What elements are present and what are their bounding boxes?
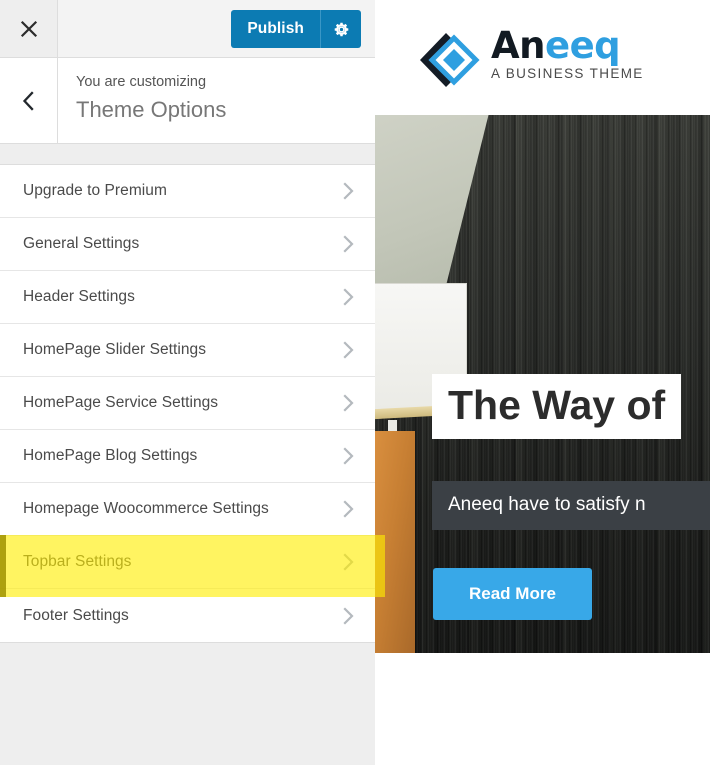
chevron-left-icon [22,90,34,111]
panel-title: Theme Options [76,97,227,123]
close-customizer-button[interactable] [0,0,58,57]
customizer-section-list: Upgrade to Premium General Settings Head… [0,165,375,643]
chevron-right-icon [342,499,355,519]
customizer-title-text: You are customizing Theme Options [76,74,226,124]
chevron-right-icon [342,234,355,254]
aneeq-diamond-logo-icon [418,29,480,96]
customizer-bottom-fill [0,643,375,765]
section-label: Header Settings [23,288,135,305]
sidebar-item-upgrade-to-premium[interactable]: Upgrade to Premium [0,165,375,218]
read-more-button[interactable]: Read More [433,568,592,620]
chevron-right-icon [342,287,355,307]
sidebar-item-footer-settings[interactable]: Footer Settings [0,589,375,642]
section-label: Homepage Woocommerce Settings [23,500,269,517]
customizer-spacer [0,144,375,165]
publish-button[interactable]: Publish [231,10,320,48]
customizer-screen: Publish You are customizing Theme Option… [0,0,710,765]
chevron-right-icon [342,606,355,626]
customizer-sidebar: Publish You are customizing Theme Option… [0,0,375,765]
chevron-right-icon [342,393,355,413]
chevron-right-icon [342,340,355,360]
slider-headline-box: The Way of [432,374,682,440]
theme-preview: Aneeq A BUSINESS THEME The Way of Aneeq … [375,0,710,765]
slider-headline: The Way of [448,382,666,428]
logo-tagline: A BUSINESS THEME [491,66,644,82]
section-label: Topbar Settings [23,553,132,570]
sidebar-item-homepage-woocommerce-settings[interactable]: Homepage Woocommerce Settings [0,483,375,536]
logo-text: Aneeq A BUSINESS THEME [491,26,644,81]
slider-image-wood-panel [375,431,415,653]
logo-word-first: An [491,24,545,67]
chevron-right-icon [342,181,355,201]
homepage-slider: The Way of Aneeq have to satisfy n Read … [375,115,710,653]
publish-settings-button[interactable] [320,10,361,48]
sidebar-item-homepage-slider-settings[interactable]: HomePage Slider Settings [0,324,375,377]
preview-content-area [375,653,710,765]
section-label: Footer Settings [23,606,129,624]
close-x-icon [20,20,37,37]
sidebar-item-homepage-blog-settings[interactable]: HomePage Blog Settings [0,430,375,483]
publish-button-group[interactable]: Publish [231,10,361,48]
customizer-title-row: You are customizing Theme Options [0,58,375,144]
section-label: HomePage Service Settings [23,394,219,411]
sidebar-item-topbar-settings[interactable]: Topbar Settings [0,536,375,589]
customizer-topbar: Publish [0,0,375,58]
site-logo[interactable]: Aneeq A BUSINESS THEME [418,26,644,96]
sidebar-item-header-settings[interactable]: Header Settings [0,271,375,324]
slider-subtitle: Aneeq have to satisfy n [448,494,646,515]
section-label: General Settings [23,235,140,252]
customizing-label: You are customizing [76,74,207,90]
section-label: HomePage Blog Settings [23,447,198,464]
sidebar-item-general-settings[interactable]: General Settings [0,218,375,271]
logo-word-second: eeq [544,24,621,67]
site-header: Aneeq A BUSINESS THEME [375,0,710,115]
sidebar-item-homepage-service-settings[interactable]: HomePage Service Settings [0,377,375,430]
section-label: Upgrade to Premium [23,182,167,199]
chevron-right-icon [342,552,355,572]
chevron-right-icon [342,446,355,466]
slider-subtitle-box: Aneeq have to satisfy n [432,481,710,530]
section-label: HomePage Slider Settings [23,341,206,358]
back-button[interactable] [0,58,58,143]
gear-icon [334,22,348,36]
